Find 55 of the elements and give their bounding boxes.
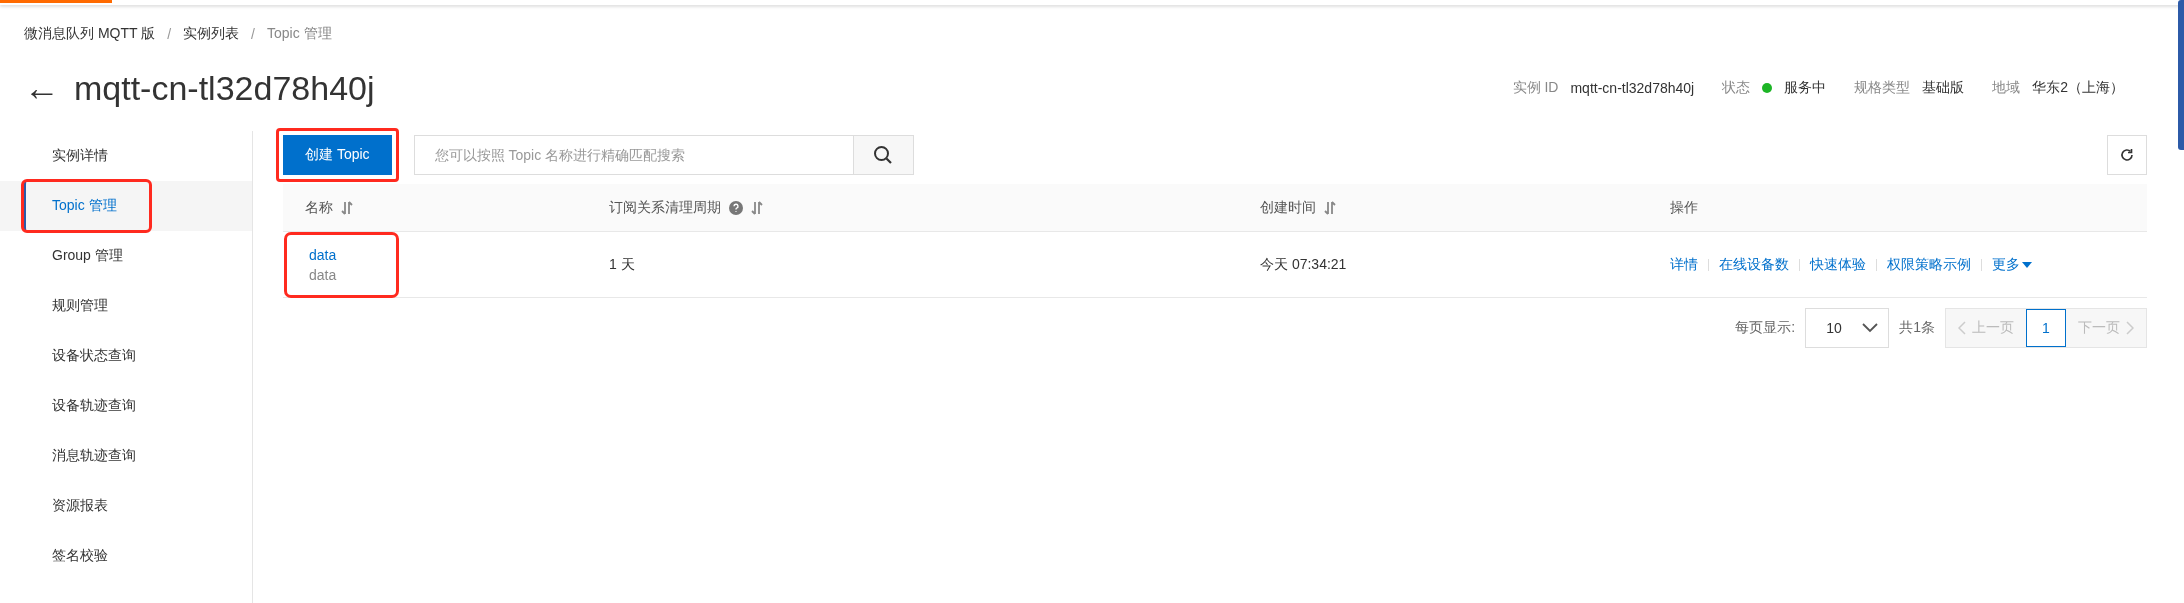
- sidebar-item[interactable]: 签名校验: [23, 531, 108, 581]
- sidebar-item[interactable]: 消息轨迹查询: [23, 431, 136, 481]
- info-value: 服务中: [1784, 79, 1827, 97]
- help-icon[interactable]: [729, 200, 743, 215]
- page-title: mqtt-cn-tl32d78h40j: [74, 68, 375, 108]
- info-label: 实例 ID: [1512, 79, 1559, 97]
- refresh-icon: [2120, 148, 2134, 162]
- breadcrumb-separator: /: [167, 26, 172, 42]
- refresh-button[interactable]: [2107, 135, 2147, 175]
- sidebar-item[interactable]: Topic 管理: [23, 181, 150, 231]
- sidebar-item[interactable]: 规则管理: [23, 281, 108, 331]
- action-link[interactable]: 在线设备数: [1719, 255, 1789, 274]
- search-icon: [873, 145, 894, 165]
- info-label: 规格类型: [1854, 79, 1911, 97]
- topic-description: data: [309, 266, 337, 283]
- column-header: 订阅关系清理周期: [609, 198, 721, 217]
- info-value: mqtt-cn-tl32d78h40j: [1570, 80, 1695, 96]
- breadcrumb-link[interactable]: 微消息队列 MQTT 版: [24, 25, 156, 43]
- table-cell-text: 1 天: [608, 255, 636, 274]
- column-header: 名称: [305, 198, 333, 217]
- sidebar-item[interactable]: 实例详情: [23, 131, 108, 181]
- search-button[interactable]: [853, 135, 914, 175]
- sort-icon[interactable]: [751, 200, 763, 215]
- action-link[interactable]: 快速体验: [1810, 255, 1866, 274]
- chevron-right-icon: [2126, 321, 2134, 335]
- info-value: 华东2（上海）: [2032, 79, 2124, 97]
- chevron-left-icon: [1958, 321, 1966, 335]
- more-link[interactable]: 更多: [1992, 255, 2032, 274]
- create-topic-button[interactable]: 创建 Topic: [283, 135, 392, 175]
- table-cell-text: 今天 07:34:21: [1259, 255, 1348, 274]
- column-header: 创建时间: [1260, 198, 1316, 217]
- breadcrumb-link[interactable]: 实例列表: [183, 25, 240, 43]
- sidebar-item[interactable]: 设备轨迹查询: [23, 381, 136, 431]
- page-size-label: 每页显示:: [1735, 319, 1796, 337]
- caret-icon: [2022, 261, 2032, 268]
- total-count: 共1条: [1899, 319, 1935, 337]
- breadcrumb-separator: /: [251, 26, 255, 42]
- info-label: 地域: [1992, 79, 2021, 97]
- search-field[interactable]: 您可以按照 Topic 名称进行精确匹配搜索: [413, 135, 854, 175]
- action-link[interactable]: 详情: [1670, 255, 1698, 274]
- sort-icon[interactable]: [341, 200, 353, 215]
- chevron-down-icon: [1862, 323, 1879, 333]
- breadcrumb-link[interactable]: Topic 管理: [266, 25, 332, 43]
- page-size-select[interactable]: 10: [1805, 308, 1890, 348]
- column-header: 操作: [1670, 198, 1698, 217]
- sidebar-item[interactable]: Group 管理: [23, 231, 123, 281]
- sidebar-item[interactable]: 资源报表: [23, 481, 108, 531]
- sidebar-item[interactable]: 设备状态查询: [23, 331, 136, 381]
- action-link[interactable]: 权限策略示例: [1887, 255, 1971, 274]
- topic-link[interactable]: data: [309, 246, 337, 263]
- back-arrow-icon[interactable]: ←: [24, 67, 60, 109]
- sort-icon[interactable]: [1324, 200, 1336, 215]
- info-value: 基础版: [1922, 79, 1965, 97]
- info-label: 状态: [1722, 79, 1751, 97]
- page-number-button[interactable]: 1: [2026, 309, 2066, 347]
